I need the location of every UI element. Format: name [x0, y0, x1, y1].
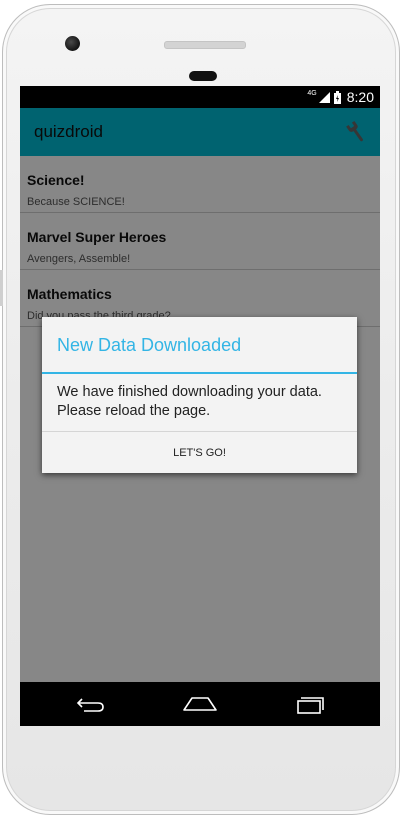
- status-bar: 4G 8:20: [20, 86, 380, 108]
- network-type-label: 4G: [307, 89, 317, 97]
- clock: 8:20: [346, 89, 374, 105]
- back-icon[interactable]: [70, 692, 110, 716]
- battery-icon: [333, 90, 341, 104]
- front-camera: [65, 36, 80, 51]
- recent-apps-icon[interactable]: [290, 692, 330, 716]
- dialog-title-divider: [42, 372, 357, 374]
- phone-screen: 4G 8:20 quizdroid Science! Because SCIEN…: [20, 86, 380, 726]
- home-icon[interactable]: [180, 692, 220, 716]
- navigation-bar: [20, 682, 380, 726]
- earpiece-speaker: [164, 41, 246, 49]
- dialog-message: We have finished downloading your data. …: [57, 384, 322, 419]
- signal-icon: [318, 91, 330, 103]
- proximity-sensor: [189, 71, 217, 81]
- volume-button: [0, 270, 3, 306]
- dialog-title: New Data Downloaded: [57, 335, 242, 355]
- alert-dialog: New Data Downloaded We have finished dow…: [42, 317, 357, 473]
- lets-go-button[interactable]: LET'S GO!: [42, 432, 357, 473]
